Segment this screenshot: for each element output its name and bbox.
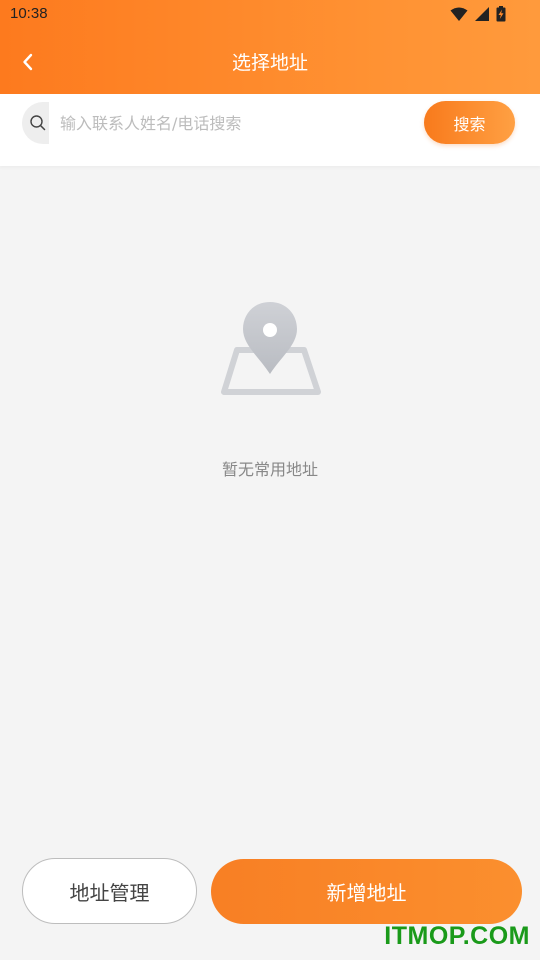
page-title: 选择地址 bbox=[231, 52, 308, 74]
wifi-icon bbox=[450, 7, 468, 21]
map-pin-icon bbox=[221, 302, 321, 395]
empty-state-message: 暂无常用地址 bbox=[221, 460, 318, 479]
search-icon bbox=[30, 115, 46, 131]
signal-icon bbox=[475, 6, 489, 21]
search-icon-container bbox=[22, 102, 49, 144]
watermark-logo: ITMOP.COM bbox=[384, 922, 530, 950]
status-bar: 10:38 bbox=[0, 0, 540, 30]
search-box[interactable] bbox=[22, 102, 422, 144]
status-icons bbox=[450, 6, 506, 22]
search-input[interactable] bbox=[60, 102, 410, 144]
search-panel: 搜索 bbox=[0, 94, 540, 166]
header-region: 10:38 选择地址 bbox=[0, 0, 540, 94]
address-management-button[interactable]: 地址管理 bbox=[22, 858, 197, 924]
search-button[interactable]: 搜索 bbox=[424, 101, 515, 144]
add-address-button[interactable]: 新增地址 bbox=[211, 859, 522, 924]
app-bar: 选择地址 bbox=[0, 30, 540, 94]
status-time: 10:38 bbox=[10, 5, 48, 22]
battery-charging-icon bbox=[496, 6, 506, 22]
